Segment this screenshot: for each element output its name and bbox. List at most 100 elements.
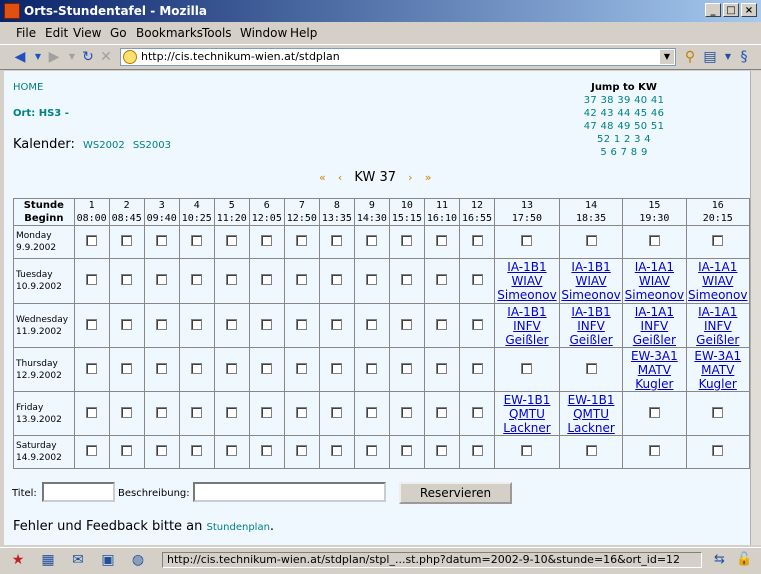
reserve-checkbox[interactable] — [226, 445, 238, 456]
reserve-checkbox[interactable] — [226, 318, 238, 330]
vertical-scrollbar[interactable] — [750, 71, 761, 545]
composer-icon[interactable]: ▣ — [100, 552, 116, 568]
reserve-checkbox[interactable] — [121, 235, 133, 246]
address-bar[interactable]: http://cis.technikum-wien.at/stdplan ▼ — [120, 48, 676, 66]
reserve-checkbox[interactable] — [521, 362, 533, 374]
reserve-checkbox[interactable] — [156, 235, 168, 246]
reserve-checkbox[interactable] — [226, 274, 238, 285]
lesson-link[interactable]: IA-1A1 INFV Geißler — [687, 305, 749, 347]
reserve-checkbox[interactable] — [401, 274, 413, 285]
stundenplan-link[interactable]: Stundenplan — [207, 522, 270, 533]
jump-week-links[interactable]: 5 6 7 8 9 — [564, 146, 684, 159]
reserve-checkbox[interactable] — [156, 362, 168, 374]
reserve-checkbox[interactable] — [121, 406, 133, 418]
reserve-checkbox[interactable] — [712, 235, 724, 246]
reserve-checkbox[interactable] — [191, 362, 203, 374]
reserve-checkbox[interactable] — [191, 235, 203, 246]
reserve-checkbox[interactable] — [521, 445, 533, 456]
menu-go[interactable]: Go — [110, 26, 127, 40]
menu-bookmarks[interactable]: Bookmarks — [136, 26, 203, 40]
reserve-checkbox[interactable] — [226, 235, 238, 246]
navigator-icon[interactable]: ▦ — [40, 552, 56, 568]
reserve-checkbox[interactable] — [521, 235, 533, 246]
reserve-checkbox[interactable] — [261, 362, 273, 374]
lesson-link[interactable]: IA-1A1 WIAV Simeonov — [623, 260, 685, 302]
reserve-checkbox[interactable] — [331, 318, 343, 330]
menu-file[interactable]: File — [16, 26, 36, 40]
reserve-checkbox[interactable] — [436, 235, 448, 246]
reserve-checkbox[interactable] — [86, 235, 98, 246]
lesson-link[interactable]: EW-3A1 MATV Kugler — [687, 349, 749, 391]
beschreibung-input[interactable] — [193, 482, 386, 502]
reserve-checkbox[interactable] — [436, 318, 448, 330]
chat-icon[interactable]: ◍ — [130, 552, 146, 568]
titel-input[interactable] — [42, 482, 115, 502]
reserve-checkbox[interactable] — [648, 445, 660, 456]
lesson-link[interactable]: IA-1A1 WIAV Simeonov — [687, 260, 749, 302]
reserve-checkbox[interactable] — [366, 235, 378, 246]
forward-dropdown-icon[interactable]: ▼ — [64, 49, 80, 65]
star-icon[interactable]: ★ — [10, 552, 26, 568]
ws2002-link[interactable]: WS2002 — [83, 140, 125, 151]
print-dropdown-icon[interactable]: ▼ — [720, 49, 736, 65]
reserve-checkbox[interactable] — [261, 274, 273, 285]
reserve-checkbox[interactable] — [296, 445, 308, 456]
reserve-checkbox[interactable] — [296, 406, 308, 418]
jump-week-links[interactable]: 47 48 49 50 51 — [564, 120, 684, 133]
reserve-checkbox[interactable] — [712, 445, 724, 456]
reserve-checkbox[interactable] — [436, 445, 448, 456]
reserve-checkbox[interactable] — [436, 362, 448, 374]
address-dropdown-icon[interactable]: ▼ — [660, 50, 674, 64]
reserve-checkbox[interactable] — [191, 445, 203, 456]
reserve-checkbox[interactable] — [261, 318, 273, 330]
reserve-checkbox[interactable] — [331, 274, 343, 285]
reserve-checkbox[interactable] — [296, 362, 308, 374]
reserve-checkbox[interactable] — [585, 235, 597, 246]
reserve-checkbox[interactable] — [366, 274, 378, 285]
back-dropdown-icon[interactable]: ▼ — [30, 49, 46, 65]
stop-icon[interactable]: ✕ — [98, 49, 114, 65]
reserve-checkbox[interactable] — [86, 362, 98, 374]
reserve-checkbox[interactable] — [471, 362, 483, 374]
reserve-checkbox[interactable] — [261, 445, 273, 456]
kw-prev-icon[interactable]: ‹ — [338, 171, 342, 184]
reserve-checkbox[interactable] — [86, 445, 98, 456]
reserve-checkbox[interactable] — [191, 318, 203, 330]
ss2003-link[interactable]: SS2003 — [133, 140, 171, 151]
reserve-checkbox[interactable] — [401, 445, 413, 456]
kw-next-far-icon[interactable]: » — [425, 171, 432, 184]
kw-next-icon[interactable]: › — [408, 171, 412, 184]
reserve-checkbox[interactable] — [296, 274, 308, 285]
reserve-checkbox[interactable] — [121, 445, 133, 456]
forward-icon[interactable]: ▶ — [46, 49, 62, 65]
reserve-checkbox[interactable] — [585, 445, 597, 456]
menu-help[interactable]: Help — [290, 26, 317, 40]
reserve-checkbox[interactable] — [436, 274, 448, 285]
lesson-link[interactable]: IA-1B1 WIAV Simeonov — [560, 260, 622, 302]
reserve-checkbox[interactable] — [156, 445, 168, 456]
reload-icon[interactable]: ↻ — [80, 49, 96, 65]
kw-prev-far-icon[interactable]: « — [319, 171, 326, 184]
print-icon[interactable]: ▤ — [702, 49, 718, 65]
reserve-checkbox[interactable] — [331, 362, 343, 374]
mail-icon[interactable]: ✉ — [70, 552, 86, 568]
reserve-checkbox[interactable] — [261, 235, 273, 246]
reserve-checkbox[interactable] — [331, 445, 343, 456]
reserve-checkbox[interactable] — [121, 318, 133, 330]
menu-tools[interactable]: Tools — [202, 26, 232, 40]
lesson-link[interactable]: EW-1B1 QMTU Lackner — [495, 393, 559, 435]
reserve-checkbox[interactable] — [86, 318, 98, 330]
reserve-checkbox[interactable] — [401, 406, 413, 418]
maximize-button[interactable]: □ — [723, 3, 739, 17]
reserve-checkbox[interactable] — [296, 235, 308, 246]
reserve-checkbox[interactable] — [648, 235, 660, 246]
reserve-checkbox[interactable] — [296, 318, 308, 330]
menu-edit[interactable]: Edit — [45, 26, 68, 40]
reserve-checkbox[interactable] — [191, 406, 203, 418]
reserve-checkbox[interactable] — [471, 318, 483, 330]
jump-week-links[interactable]: 37 38 39 40 41 — [564, 94, 684, 107]
menu-window[interactable]: Window — [240, 26, 287, 40]
reserve-checkbox[interactable] — [156, 318, 168, 330]
reservieren-button[interactable]: Reservieren — [399, 482, 512, 504]
reserve-checkbox[interactable] — [331, 406, 343, 418]
